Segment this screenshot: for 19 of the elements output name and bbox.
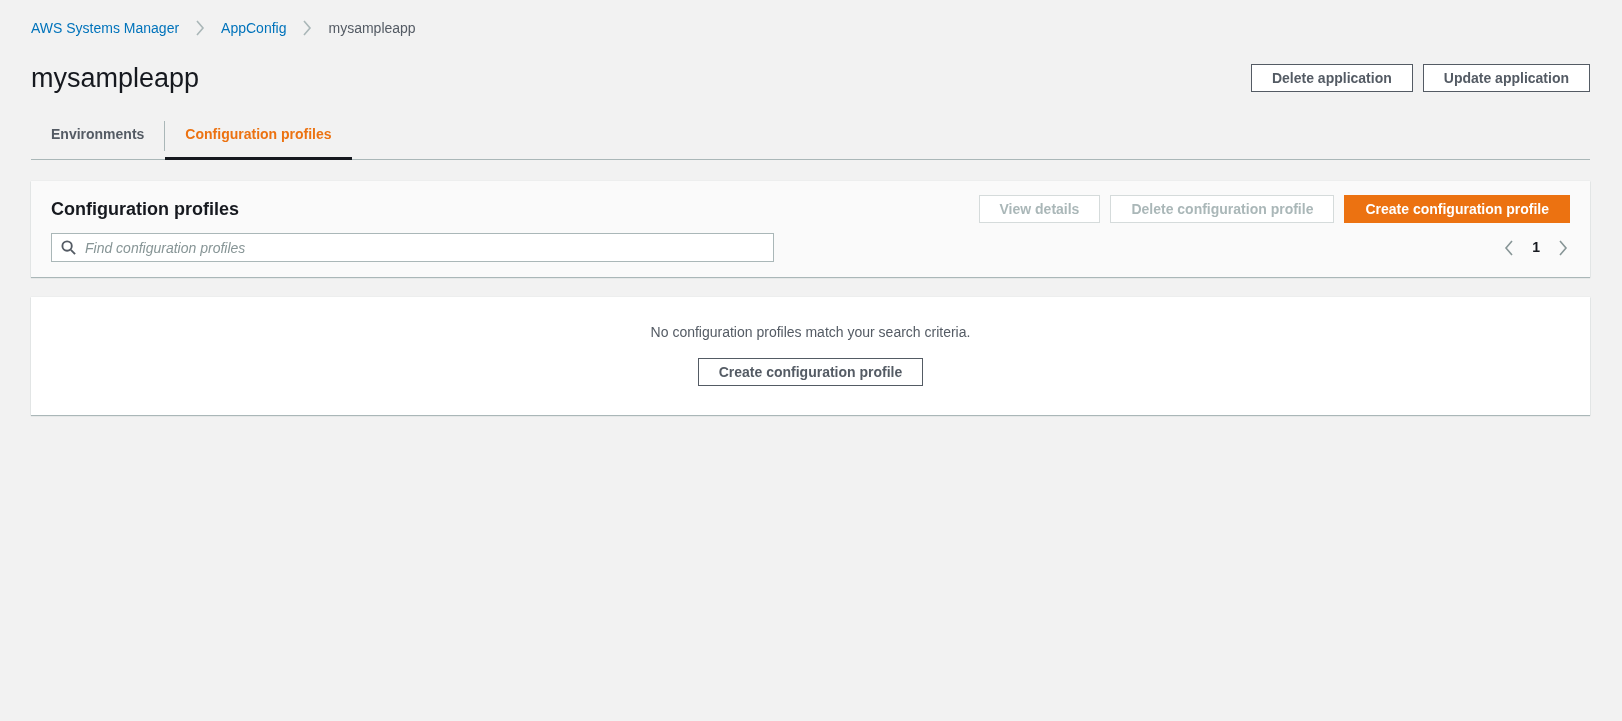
chevron-right-icon <box>1558 239 1568 256</box>
action-button[interactable]: Create configuration profile <box>1344 195 1570 223</box>
page-number[interactable]: 1 <box>1532 237 1540 258</box>
search-field[interactable]: Find configuration profiles <box>51 233 774 262</box>
action-button[interactable]: Delete application <box>1250 64 1413 92</box>
action-button[interactable]: Create configuration profile <box>697 358 924 386</box>
action-button[interactable]: Update application <box>1422 64 1590 92</box>
tab[interactable]: Environments <box>31 112 165 160</box>
chevron-right-icon <box>195 20 206 36</box>
breadcrumb-current: mysampleapp <box>328 18 416 38</box>
page-title: mysampleapp <box>31 62 200 95</box>
search-icon <box>61 240 76 255</box>
panel-title: Configuration profiles <box>51 197 239 221</box>
tab[interactable]: Configuration profiles <box>165 112 352 160</box>
chevron-right-icon <box>302 20 313 36</box>
breadcrumb-link[interactable]: AWS Systems Manager <box>31 17 180 39</box>
breadcrumb-link[interactable]: AppConfig <box>221 17 287 39</box>
chevron-left-icon <box>1504 239 1515 256</box>
empty-message: No configuration profiles match your search criteria. <box>650 323 971 342</box>
